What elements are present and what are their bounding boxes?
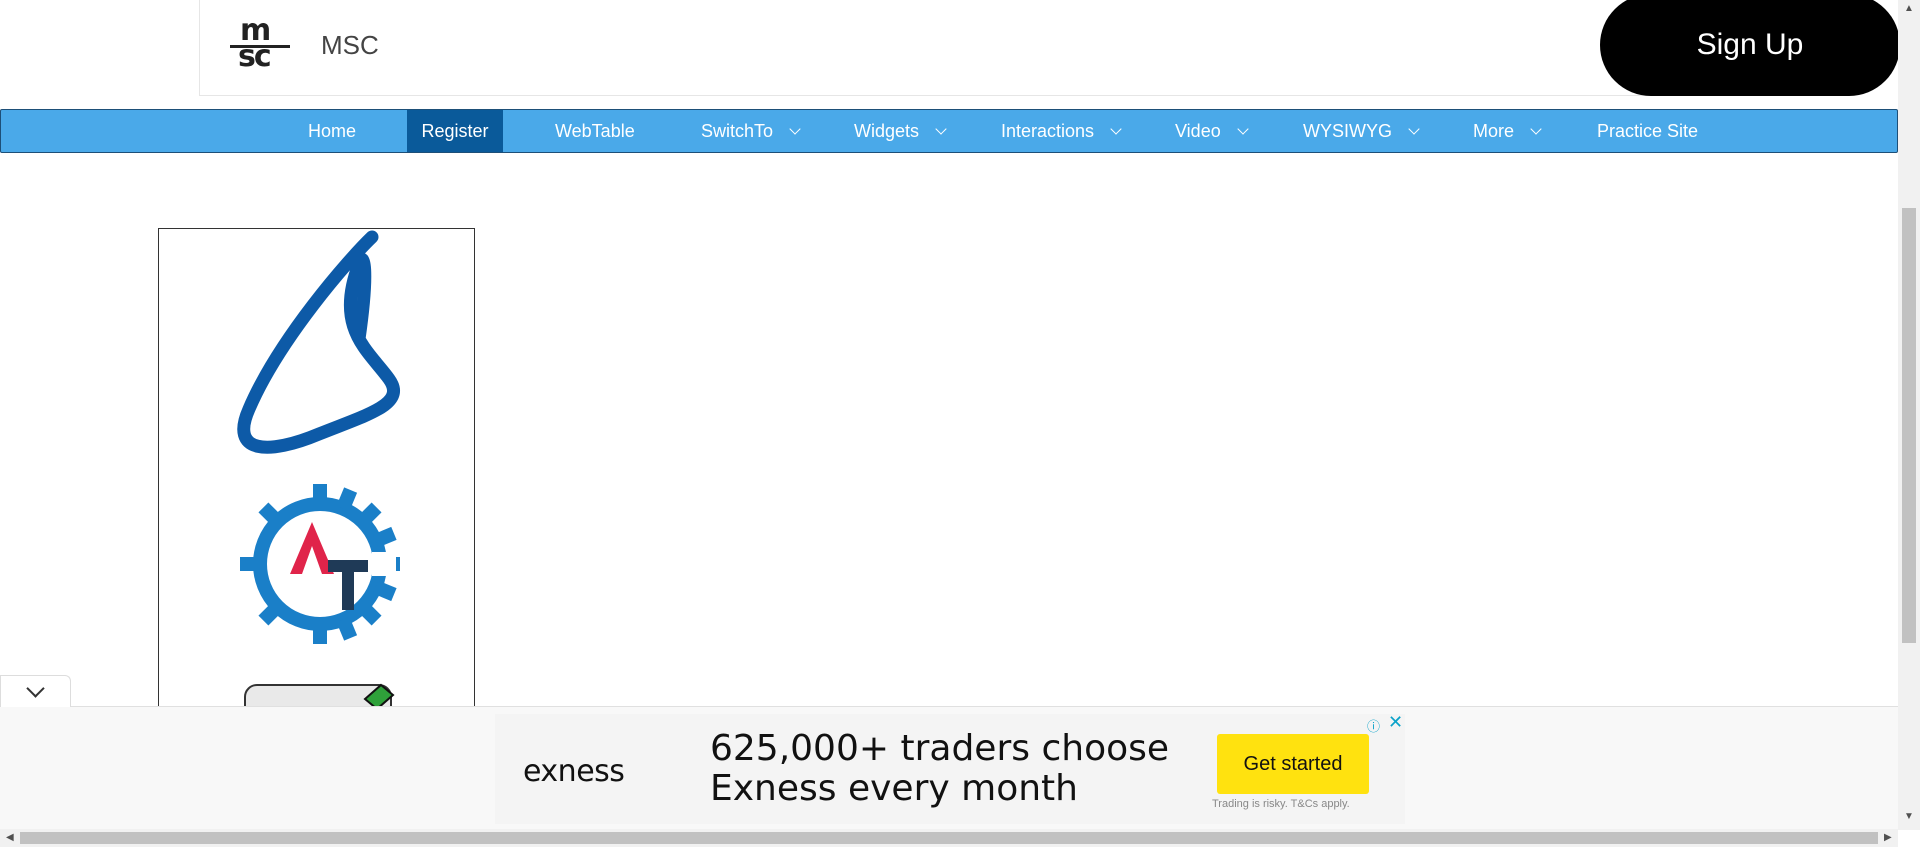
nav-label: Widgets: [854, 120, 920, 141]
nav-video[interactable]: Video: [1175, 110, 1249, 152]
nav-label: Practice Site: [1597, 120, 1699, 141]
sign-up-button[interactable]: Sign Up: [1600, 0, 1900, 96]
selenium-logo-icon: [237, 230, 400, 454]
nav-wysiwyg[interactable]: WYSIWYG: [1303, 110, 1420, 152]
nav-webtable[interactable]: WebTable: [555, 110, 635, 152]
nav-label: Video: [1175, 120, 1221, 141]
info-icon[interactable]: ⓘ: [1367, 716, 1380, 735]
nav-practice-site[interactable]: Practice Site: [1597, 110, 1698, 152]
main-nav: Home Register WebTable SwitchTo Widgets …: [0, 109, 1898, 153]
nav-home[interactable]: Home: [308, 110, 356, 152]
msc-logo[interactable]: m sc: [230, 16, 290, 74]
collapse-ad-button[interactable]: [0, 675, 71, 707]
nav-label: More: [1473, 120, 1515, 141]
scroll-right-arrow-icon[interactable]: ▶: [1884, 833, 1892, 843]
nav-switchto[interactable]: SwitchTo: [701, 110, 801, 152]
chevron-down-icon: [1530, 122, 1542, 135]
ad-headline: 625,000+ traders choose Exness every mon…: [710, 729, 1169, 809]
ad-headline-line1: 625,000+ traders choose: [710, 728, 1170, 769]
nav-label: WebTable: [555, 120, 635, 141]
horizontal-scroll-thumb[interactable]: [20, 832, 1878, 844]
nav-label: WYSIWYG: [1303, 120, 1392, 141]
nav-label: SwitchTo: [701, 120, 774, 141]
nav-interactions[interactable]: Interactions: [1001, 110, 1122, 152]
exness-ad[interactable]: exness 625,000+ traders choose Exness ev…: [495, 712, 1405, 824]
ad-headline-line2: Exness every month: [710, 768, 1078, 809]
nav-register[interactable]: Register: [407, 110, 503, 152]
chevron-down-icon: [1408, 122, 1420, 135]
scroll-left-arrow-icon[interactable]: ◀: [6, 833, 14, 843]
ad-cta-button[interactable]: Get started: [1217, 734, 1369, 794]
nav-more[interactable]: More: [1473, 110, 1542, 152]
chevron-down-icon: [1110, 122, 1122, 135]
nav-label: Home: [308, 120, 357, 141]
image-panel: [158, 228, 475, 708]
logo-bottom-text: sc: [238, 39, 272, 74]
nav-label: Interactions: [1001, 120, 1095, 141]
ad-disclaimer: Trading is risky. T&Cs apply.: [1212, 798, 1350, 810]
gear-logo-icon: [240, 484, 400, 644]
vertical-scroll-thumb[interactable]: [1902, 208, 1916, 643]
ad-brand: exness: [523, 754, 625, 789]
header-card: m sc MSC Sign Up: [199, 0, 1900, 96]
chevron-down-icon: [789, 122, 801, 135]
brand-name: MSC: [321, 30, 379, 60]
nav-label: Register: [421, 120, 489, 141]
badge-icon: [244, 683, 395, 707]
nav-widgets[interactable]: Widgets: [854, 110, 947, 152]
close-icon[interactable]: ✕: [1388, 712, 1403, 733]
chevron-down-icon: [935, 122, 947, 135]
chevron-down-icon: [26, 678, 45, 698]
chevron-down-icon: [1237, 122, 1249, 135]
logo-gallery: [237, 230, 400, 707]
scroll-down-arrow-icon[interactable]: ▼: [1904, 812, 1914, 822]
scroll-up-arrow-icon[interactable]: ▲: [1904, 4, 1914, 14]
